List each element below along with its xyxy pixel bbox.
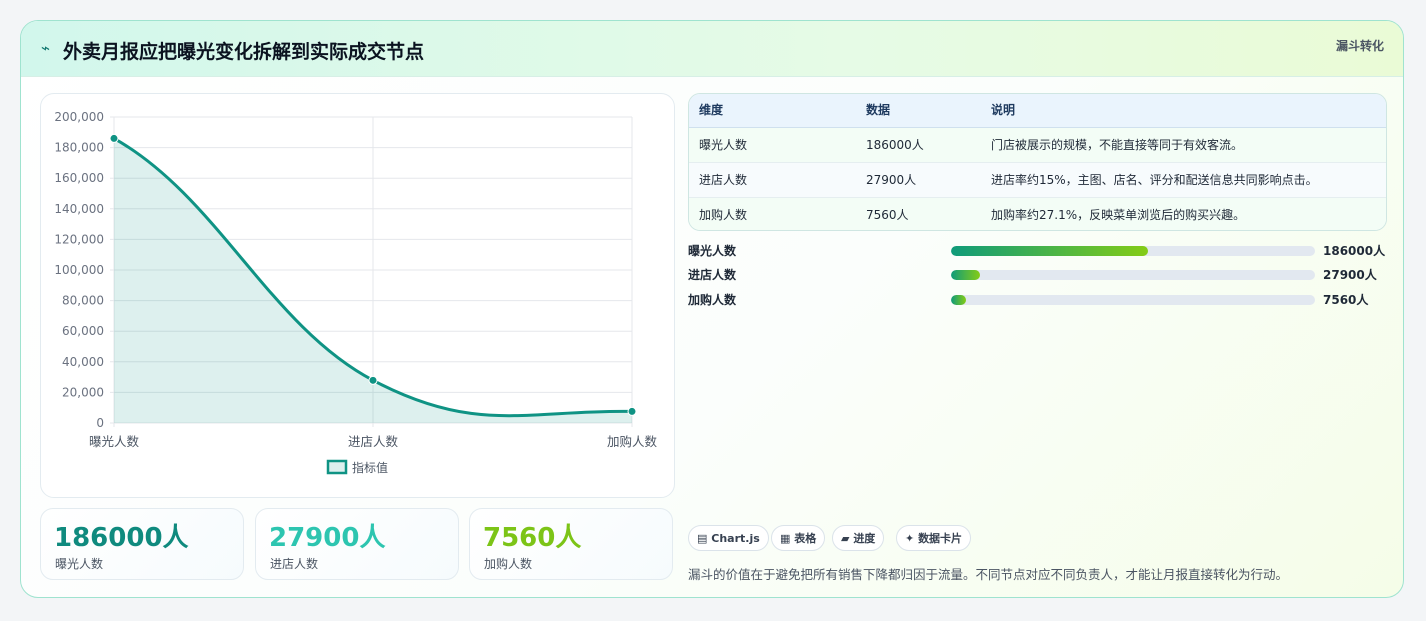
y-tick-label: 140,000 (54, 202, 104, 216)
table-row: 曝光人数 186000人 门店被展示的规模，不能直接等同于有效客流。 (689, 128, 1386, 163)
progress-row-visits: 进店人数 27900人 (688, 267, 1387, 283)
table-cell: 门店被展示的规模，不能直接等同于有效客流。 (991, 138, 1244, 152)
table-header-row: 维度 数据 说明 (689, 94, 1386, 128)
chip-data-card[interactable]: ✦ 数据卡片 (896, 525, 972, 551)
line-chart-panel: 200,000 180,000 160,000 140,000 120,000 100,0… (40, 93, 675, 498)
table-row: 加购人数 7560人 加购率约27.1%，反映菜单浏览后的购买兴趣。 (689, 198, 1386, 230)
progress-icon: ▰ (841, 532, 850, 545)
chip-label: 表格 (794, 532, 817, 545)
progress-row-exposure: 曝光人数 186000人 (688, 243, 1387, 259)
chip-label: Chart.js (711, 532, 760, 545)
kpi-value: 186000人 (54, 523, 189, 553)
table-cell: 进店率约15%，主图、店名、评分和配送信息共同影响点击。 (991, 173, 1318, 187)
kpi-label: 曝光人数 (55, 557, 104, 571)
progress-value: 7560人 (1323, 293, 1369, 307)
progress-value: 186000人 (1323, 244, 1386, 258)
sparkle-icon: ✦ (905, 532, 915, 545)
kpi-value: 27900人 (269, 523, 386, 553)
data-point (109, 133, 119, 143)
funnel-report-card: ⌁ 外卖月报应把曝光变化拆解到实际成交节点 漏斗转化 200,000 180,00… (20, 20, 1404, 598)
page-title: 外卖月报应把曝光变化拆解到实际成交节点 (63, 41, 425, 63)
footnote: 漏斗的价值在于避免把所有销售下降都归因于流量。不同节点对应不同负责人，才能让月报… (688, 567, 1289, 582)
y-tick-label: 40,000 (62, 355, 104, 369)
chip-chartjs[interactable]: ▤ Chart.js (688, 525, 769, 551)
y-tick-label: 180,000 (54, 141, 104, 155)
progress-label: 加购人数 (688, 293, 737, 307)
y-tick-label: 0 (96, 416, 104, 430)
table-header-cell: 维度 (699, 103, 724, 117)
table-header-cell: 说明 (991, 103, 1016, 117)
kpi-value: 7560人 (483, 523, 582, 553)
progress-label: 进店人数 (688, 268, 737, 282)
chip-label: 进度 (853, 532, 876, 545)
table-header-cell: 数据 (866, 103, 891, 117)
progress-fill (951, 295, 966, 305)
kpi-card-exposure: 186000人 曝光人数 (40, 508, 244, 580)
table-cell: 27900人 (866, 173, 917, 187)
table-cell: 7560人 (866, 208, 909, 222)
x-tick-label: 进店人数 (348, 434, 399, 449)
kpi-card-add-to-cart: 7560人 加购人数 (469, 508, 673, 580)
y-tick-label: 60,000 (62, 324, 104, 338)
table-row: 进店人数 27900人 进店率约15%，主图、店名、评分和配送信息共同影响点击。 (689, 163, 1386, 198)
progress-row-add-to-cart: 加购人数 7560人 (688, 292, 1387, 308)
table-cell: 进店人数 (699, 173, 748, 187)
y-tick-label: 160,000 (54, 171, 104, 185)
y-tick-label: 20,000 (62, 385, 104, 399)
chip-table[interactable]: ▦ 表格 (771, 525, 826, 551)
table-cell: 加购率约27.1%，反映菜单浏览后的购买兴趣。 (991, 208, 1246, 222)
table-cell: 曝光人数 (699, 138, 748, 152)
progress-track (951, 270, 1315, 280)
kpi-label: 进店人数 (270, 557, 319, 571)
table-cell: 186000人 (866, 138, 924, 152)
kpi-label: 加购人数 (484, 557, 533, 571)
x-tick-label: 曝光人数 (89, 434, 140, 449)
metrics-table: 维度 数据 说明 曝光人数 186000人 门店被展示的规模，不能直接等同于有效… (688, 93, 1387, 231)
data-point (368, 375, 378, 385)
kpi-card-visits: 27900人 进店人数 (255, 508, 459, 580)
y-tick-label: 100,000 (54, 263, 104, 277)
y-tick-label: 120,000 (54, 232, 104, 246)
progress-label: 曝光人数 (688, 244, 737, 258)
data-point (627, 406, 637, 416)
header-tag: 漏斗转化 (1335, 39, 1384, 53)
y-tick-label: 80,000 (62, 294, 104, 308)
table-icon: ▦ (780, 532, 791, 545)
progress-track (951, 246, 1315, 256)
sparkle-icon: ⌁ (41, 39, 51, 57)
legend-label: 指标值 (352, 460, 388, 475)
progress-value: 27900人 (1323, 268, 1377, 282)
chip-label: 数据卡片 (918, 532, 963, 545)
progress-fill (951, 246, 1148, 256)
legend-swatch (326, 459, 348, 475)
progress-fill (951, 270, 981, 280)
x-tick-label: 加购人数 (607, 434, 658, 449)
card-header: ⌁ 外卖月报应把曝光变化拆解到实际成交节点 漏斗转化 (21, 21, 1403, 77)
y-tick-label: 200,000 (54, 110, 104, 124)
chip-progress[interactable]: ▰ 进度 (832, 525, 885, 551)
chart-icon: ▤ (697, 532, 708, 545)
progress-track (951, 295, 1315, 305)
line-chart: 200,000 180,000 160,000 140,000 120,000 100,0… (54, 110, 658, 475)
table-cell: 加购人数 (699, 208, 748, 222)
